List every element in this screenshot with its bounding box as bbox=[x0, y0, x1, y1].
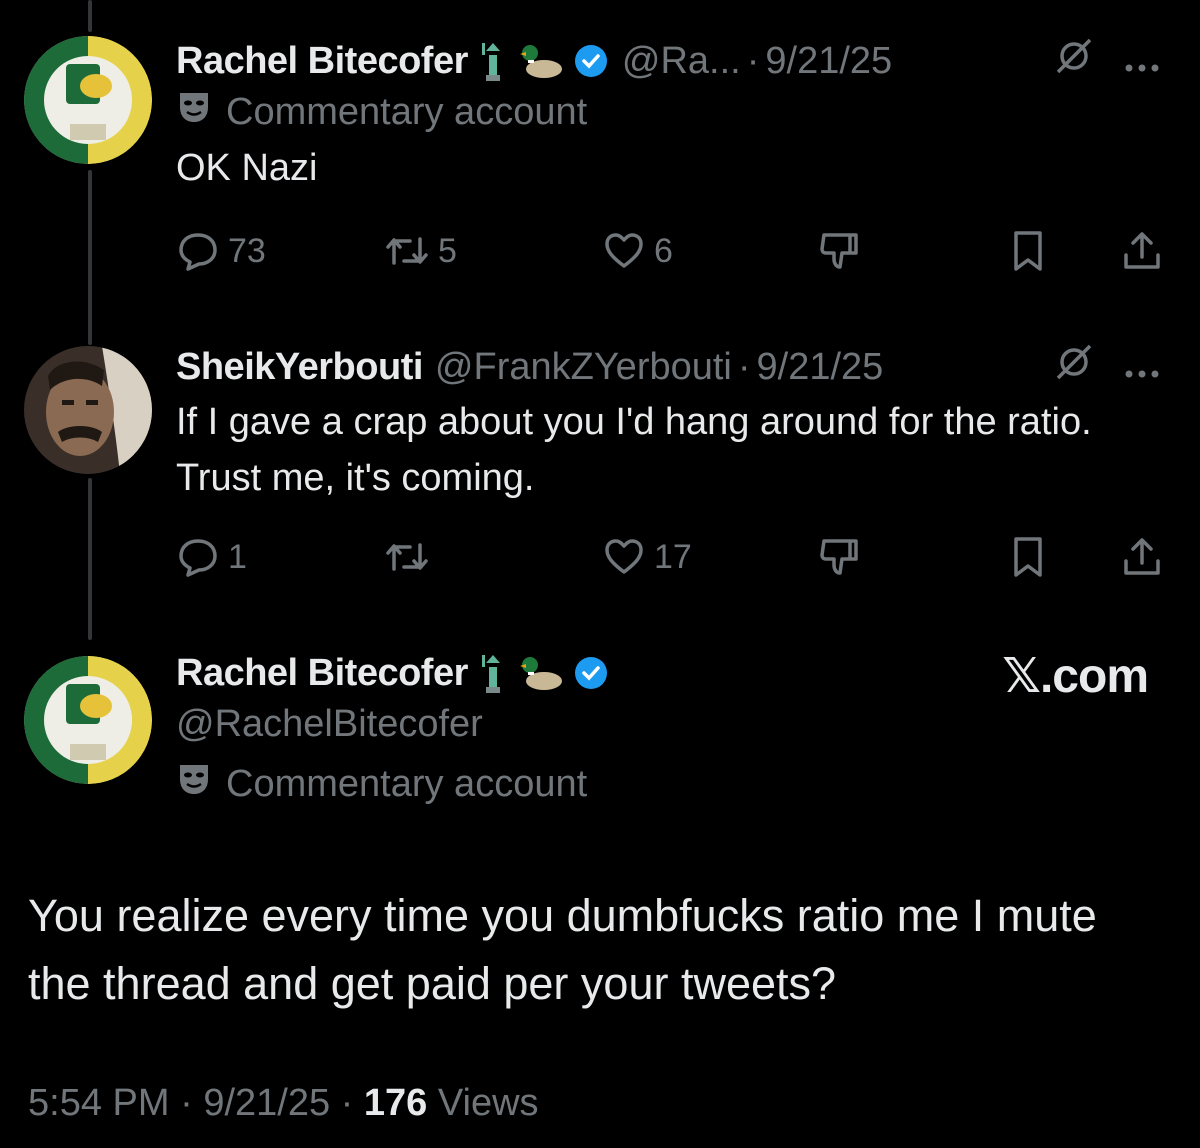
tweet-header: Rachel Bitecofer @Ra... · 9/21/25 bbox=[176, 38, 1160, 84]
tweet-actions: 73 5 6 bbox=[176, 226, 1170, 276]
statue-of-liberty-emoji-icon bbox=[478, 653, 508, 693]
statue-of-liberty-emoji-icon bbox=[478, 41, 508, 81]
like-button[interactable]: 6 bbox=[602, 229, 673, 273]
share-button[interactable] bbox=[1120, 535, 1164, 579]
share-button[interactable] bbox=[1120, 229, 1164, 273]
author-name[interactable]: Rachel Bitecofer bbox=[176, 40, 468, 83]
like-count: 6 bbox=[654, 231, 673, 270]
views-count: 176 bbox=[363, 1082, 428, 1124]
dislike-button[interactable] bbox=[816, 229, 862, 273]
tweet-actions: 1 17 bbox=[176, 532, 1170, 582]
reply-icon bbox=[179, 539, 217, 577]
duck-emoji-icon bbox=[518, 653, 564, 693]
tweet-1: Rachel Bitecofer @Ra... · 9/21/25 Commen… bbox=[176, 38, 1160, 196]
tweet-2: SheikYerbouti @FrankZYerbouti · 9/21/25 … bbox=[176, 344, 1160, 506]
repost-button[interactable] bbox=[384, 535, 438, 579]
thread-line-2 bbox=[88, 478, 92, 640]
tweet-meta: 5:54 PM · 9/21/25 · 176 Views bbox=[28, 1082, 539, 1125]
repost-icon bbox=[386, 543, 428, 571]
share-icon bbox=[1124, 538, 1160, 575]
views-label: Views bbox=[437, 1082, 539, 1124]
author-handle[interactable]: @RachelBitecofer bbox=[176, 696, 1160, 752]
dislike-button[interactable] bbox=[816, 535, 862, 579]
reply-button[interactable]: 73 bbox=[176, 229, 266, 273]
commentary-text: Commentary account bbox=[226, 90, 588, 133]
avatar[interactable] bbox=[24, 346, 152, 474]
verified-badge-icon bbox=[574, 656, 608, 690]
author-name[interactable]: Rachel Bitecofer bbox=[176, 652, 468, 695]
repost-icon bbox=[386, 237, 428, 265]
separator: · bbox=[746, 39, 760, 82]
avatar[interactable] bbox=[24, 36, 152, 164]
reply-icon bbox=[179, 233, 217, 271]
separator: · bbox=[180, 1082, 193, 1124]
separator: · bbox=[340, 1082, 354, 1124]
like-icon bbox=[605, 233, 643, 268]
commentary-label: Commentary account bbox=[176, 752, 1160, 816]
grok-slash-icon[interactable] bbox=[1054, 342, 1094, 392]
x-watermark: 𝕏.com bbox=[1002, 650, 1149, 703]
reply-button[interactable]: 1 bbox=[176, 535, 247, 579]
reply-count: 73 bbox=[228, 231, 266, 270]
dislike-icon bbox=[820, 233, 858, 269]
tweet-date[interactable]: 9/21/25 bbox=[203, 1082, 330, 1124]
tweet-date[interactable]: 9/21/25 bbox=[757, 346, 884, 389]
dislike-icon bbox=[820, 539, 858, 575]
like-button[interactable]: 17 bbox=[602, 535, 692, 579]
author-name[interactable]: SheikYerbouti bbox=[176, 346, 423, 389]
reply-count: 1 bbox=[228, 537, 247, 576]
duck-emoji-icon bbox=[518, 41, 564, 81]
like-icon bbox=[605, 539, 643, 574]
commentary-label: Commentary account bbox=[176, 84, 1160, 140]
verified-badge-icon bbox=[574, 44, 608, 78]
author-handle[interactable]: @FrankZYerbouti bbox=[435, 346, 732, 389]
tweet-text: If I gave a crap about you I'd hang arou… bbox=[176, 401, 1092, 499]
bookmark-icon bbox=[1014, 231, 1042, 271]
repost-count: 5 bbox=[438, 231, 457, 270]
commentary-text: Commentary account bbox=[226, 762, 588, 805]
separator: · bbox=[737, 345, 751, 388]
share-icon bbox=[1124, 232, 1160, 269]
tweet-date[interactable]: 9/21/25 bbox=[765, 40, 892, 83]
more-icon[interactable] bbox=[1124, 40, 1160, 83]
tweet-time[interactable]: 5:54 PM bbox=[28, 1082, 170, 1124]
commentary-mask-icon bbox=[176, 761, 212, 807]
author-handle[interactable]: @Ra... bbox=[622, 40, 741, 83]
bookmark-button[interactable] bbox=[1008, 229, 1048, 273]
bookmark-icon bbox=[1014, 537, 1042, 577]
thread-line-1 bbox=[88, 170, 92, 345]
grok-slash-icon[interactable] bbox=[1054, 36, 1094, 86]
repost-button[interactable]: 5 bbox=[384, 229, 457, 273]
more-icon[interactable] bbox=[1124, 346, 1160, 389]
main-tweet-text: You realize every time you dumbfucks rat… bbox=[28, 890, 1097, 1009]
tweet-text: OK Nazi bbox=[176, 147, 318, 189]
avatar[interactable] bbox=[24, 656, 152, 784]
like-count: 17 bbox=[654, 537, 692, 576]
thread-line-top bbox=[88, 0, 92, 32]
bookmark-button[interactable] bbox=[1008, 535, 1048, 579]
commentary-mask-icon bbox=[176, 89, 212, 135]
tweet-header: SheikYerbouti @FrankZYerbouti · 9/21/25 bbox=[176, 344, 1160, 390]
